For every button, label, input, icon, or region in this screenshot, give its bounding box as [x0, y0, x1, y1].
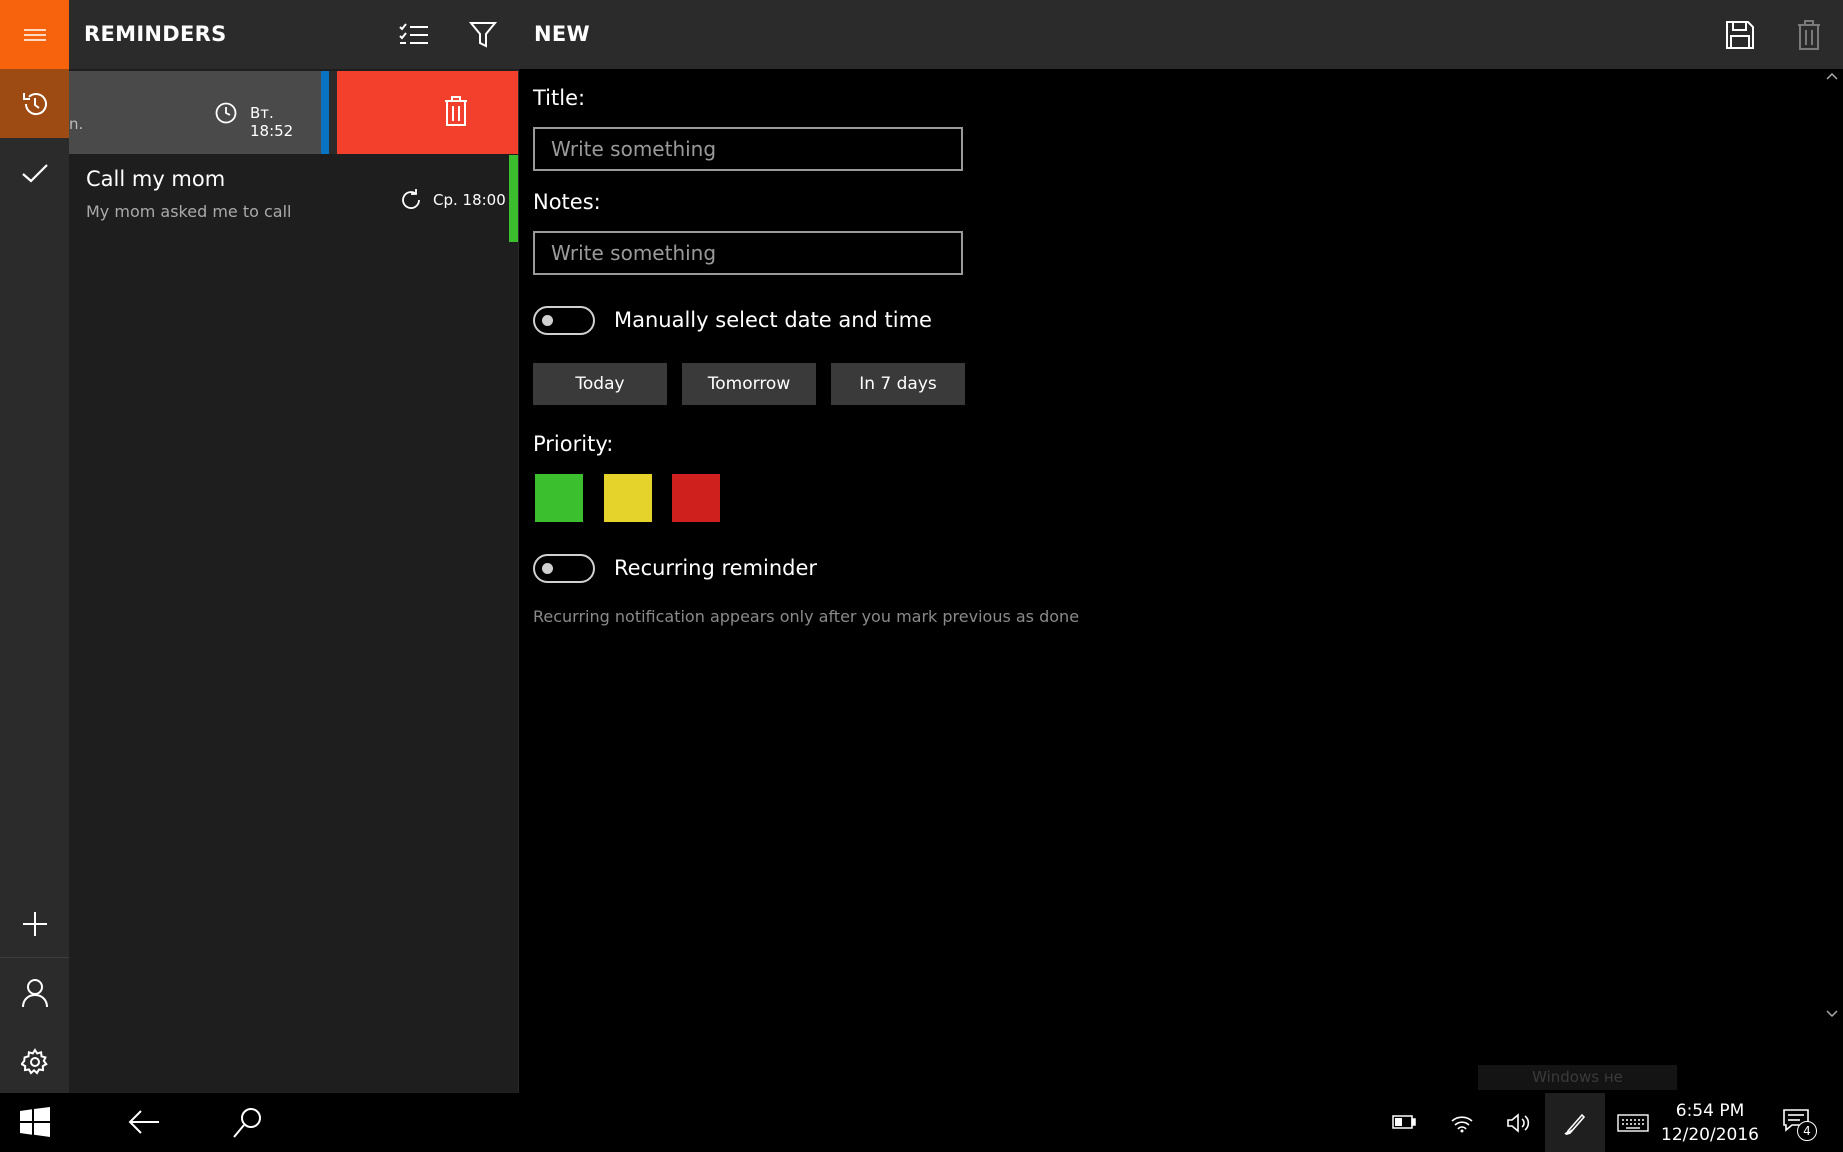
swipe-delete-button[interactable]: [337, 71, 518, 154]
priority-label: Priority:: [533, 432, 614, 456]
list-item-title: Call my mom: [86, 167, 226, 191]
save-icon: [1726, 20, 1754, 49]
checklist-icon: [399, 22, 429, 47]
add-reminder-button[interactable]: [0, 889, 69, 958]
back-button[interactable]: [128, 1109, 160, 1135]
priority-medium-swatch[interactable]: [604, 474, 652, 522]
list-item-time: Ср. 18:00: [433, 191, 506, 209]
pen-workspace-button[interactable]: [1545, 1093, 1605, 1152]
editor-title: NEW: [534, 22, 590, 46]
reminder-editor-pane: NEW Title: Notes: Manually select date a…: [518, 0, 1843, 1093]
scroll-down-icon[interactable]: [1826, 1010, 1838, 1018]
system-clock[interactable]: 6:54 PM 12/20/2016: [1655, 1099, 1765, 1147]
title-label: Title:: [533, 86, 586, 110]
list-item-notes: My mom asked me to call: [86, 202, 292, 221]
taskbar: 6:54 PM 12/20/2016 4: [0, 1093, 1843, 1152]
recurring-label: Recurring reminder: [614, 556, 818, 580]
checkmark-icon: [21, 162, 49, 184]
editor-header: NEW: [519, 0, 1843, 69]
battery-icon[interactable]: [1392, 1115, 1416, 1129]
notes-label: Notes:: [533, 190, 601, 214]
list-item-content: n. Вт. 18:52: [69, 71, 321, 154]
list-item-title: n.: [69, 115, 84, 133]
settings-button[interactable]: [0, 1027, 69, 1096]
history-icon: [20, 89, 50, 119]
account-button[interactable]: [0, 958, 69, 1027]
back-arrow-icon: [128, 1109, 160, 1135]
wifi-icon[interactable]: [1451, 1113, 1473, 1133]
title-input[interactable]: [533, 127, 963, 171]
filter-icon: [469, 21, 497, 49]
swipe-gap: [329, 71, 337, 154]
person-icon: [21, 978, 49, 1008]
start-button[interactable]: [20, 1107, 50, 1137]
trash-icon: [444, 96, 468, 126]
in-7-days-button[interactable]: In 7 days: [831, 363, 965, 405]
clock-time: 6:54 PM: [1675, 1101, 1745, 1121]
priority-indicator: [509, 155, 518, 242]
select-mode-button[interactable]: [386, 0, 442, 69]
filter-button[interactable]: [455, 0, 511, 69]
recurring-icon: [399, 188, 423, 212]
nav-completed[interactable]: [0, 138, 69, 207]
gear-icon: [20, 1047, 49, 1076]
windows-logo-icon: [20, 1107, 50, 1137]
clock-date: 12/20/2016: [1661, 1125, 1759, 1145]
notes-input[interactable]: [533, 231, 963, 275]
trash-icon: [1797, 19, 1821, 50]
manual-date-toggle[interactable]: [533, 306, 595, 335]
reminders-list-pane: REMINDERS n. Вт. 18:52 Call my mom My mo…: [69, 0, 518, 1093]
nav-active-reminders[interactable]: [0, 69, 69, 138]
hamburger-icon: [23, 28, 46, 41]
list-item[interactable]: Call my mom My mom asked me to call Ср. …: [69, 155, 518, 242]
recurring-hint: Recurring notification appears only afte…: [533, 607, 1080, 626]
keyboard-icon[interactable]: [1617, 1114, 1649, 1132]
clock-icon: [215, 102, 237, 124]
activation-watermark: Windows не активирована: [1478, 1065, 1677, 1090]
volume-icon[interactable]: [1507, 1113, 1531, 1133]
list-item[interactable]: n. Вт. 18:52: [69, 71, 518, 154]
priority-high-swatch[interactable]: [672, 474, 720, 522]
action-center-button[interactable]: 4: [1783, 1109, 1817, 1141]
list-header: REMINDERS: [69, 0, 518, 69]
search-icon: [232, 1107, 262, 1139]
delete-button[interactable]: [1781, 0, 1837, 69]
save-button[interactable]: [1712, 0, 1768, 69]
list-item-time: Вт. 18:52: [250, 104, 294, 140]
notification-count-badge: 4: [1797, 1121, 1817, 1141]
tomorrow-button[interactable]: Tomorrow: [682, 363, 816, 405]
scrollbar[interactable]: [1822, 70, 1842, 1030]
today-button[interactable]: Today: [533, 363, 667, 405]
manual-date-label: Manually select date and time: [614, 308, 932, 332]
scroll-up-icon[interactable]: [1826, 72, 1838, 80]
pen-icon: [1564, 1111, 1586, 1135]
hamburger-menu-button[interactable]: [0, 0, 69, 69]
toggle-knob: [542, 315, 553, 326]
priority-low-swatch[interactable]: [535, 474, 583, 522]
search-button[interactable]: [232, 1107, 262, 1139]
navigation-rail: [0, 0, 69, 1093]
priority-indicator: [321, 71, 329, 154]
list-title: REMINDERS: [84, 22, 227, 46]
toggle-knob: [542, 563, 553, 574]
plus-icon: [21, 910, 49, 938]
recurring-toggle[interactable]: [533, 554, 595, 583]
